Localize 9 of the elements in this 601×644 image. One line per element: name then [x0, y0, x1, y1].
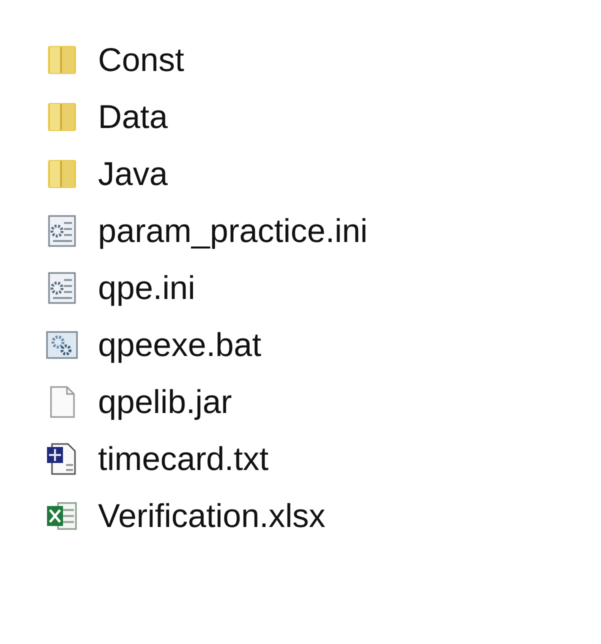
- file-name[interactable]: qpeexe.bat: [98, 325, 262, 365]
- file-name[interactable]: Verification.xlsx: [98, 496, 326, 536]
- file-name[interactable]: param_practice.ini: [98, 211, 368, 251]
- file-name[interactable]: qpe.ini: [98, 268, 196, 308]
- file-name[interactable]: qpelib.jar: [98, 382, 232, 422]
- file-name[interactable]: Data: [98, 97, 168, 137]
- file-name[interactable]: timecard.txt: [98, 439, 269, 479]
- file-name[interactable]: Const: [98, 40, 184, 80]
- file-name[interactable]: Java: [98, 154, 168, 194]
